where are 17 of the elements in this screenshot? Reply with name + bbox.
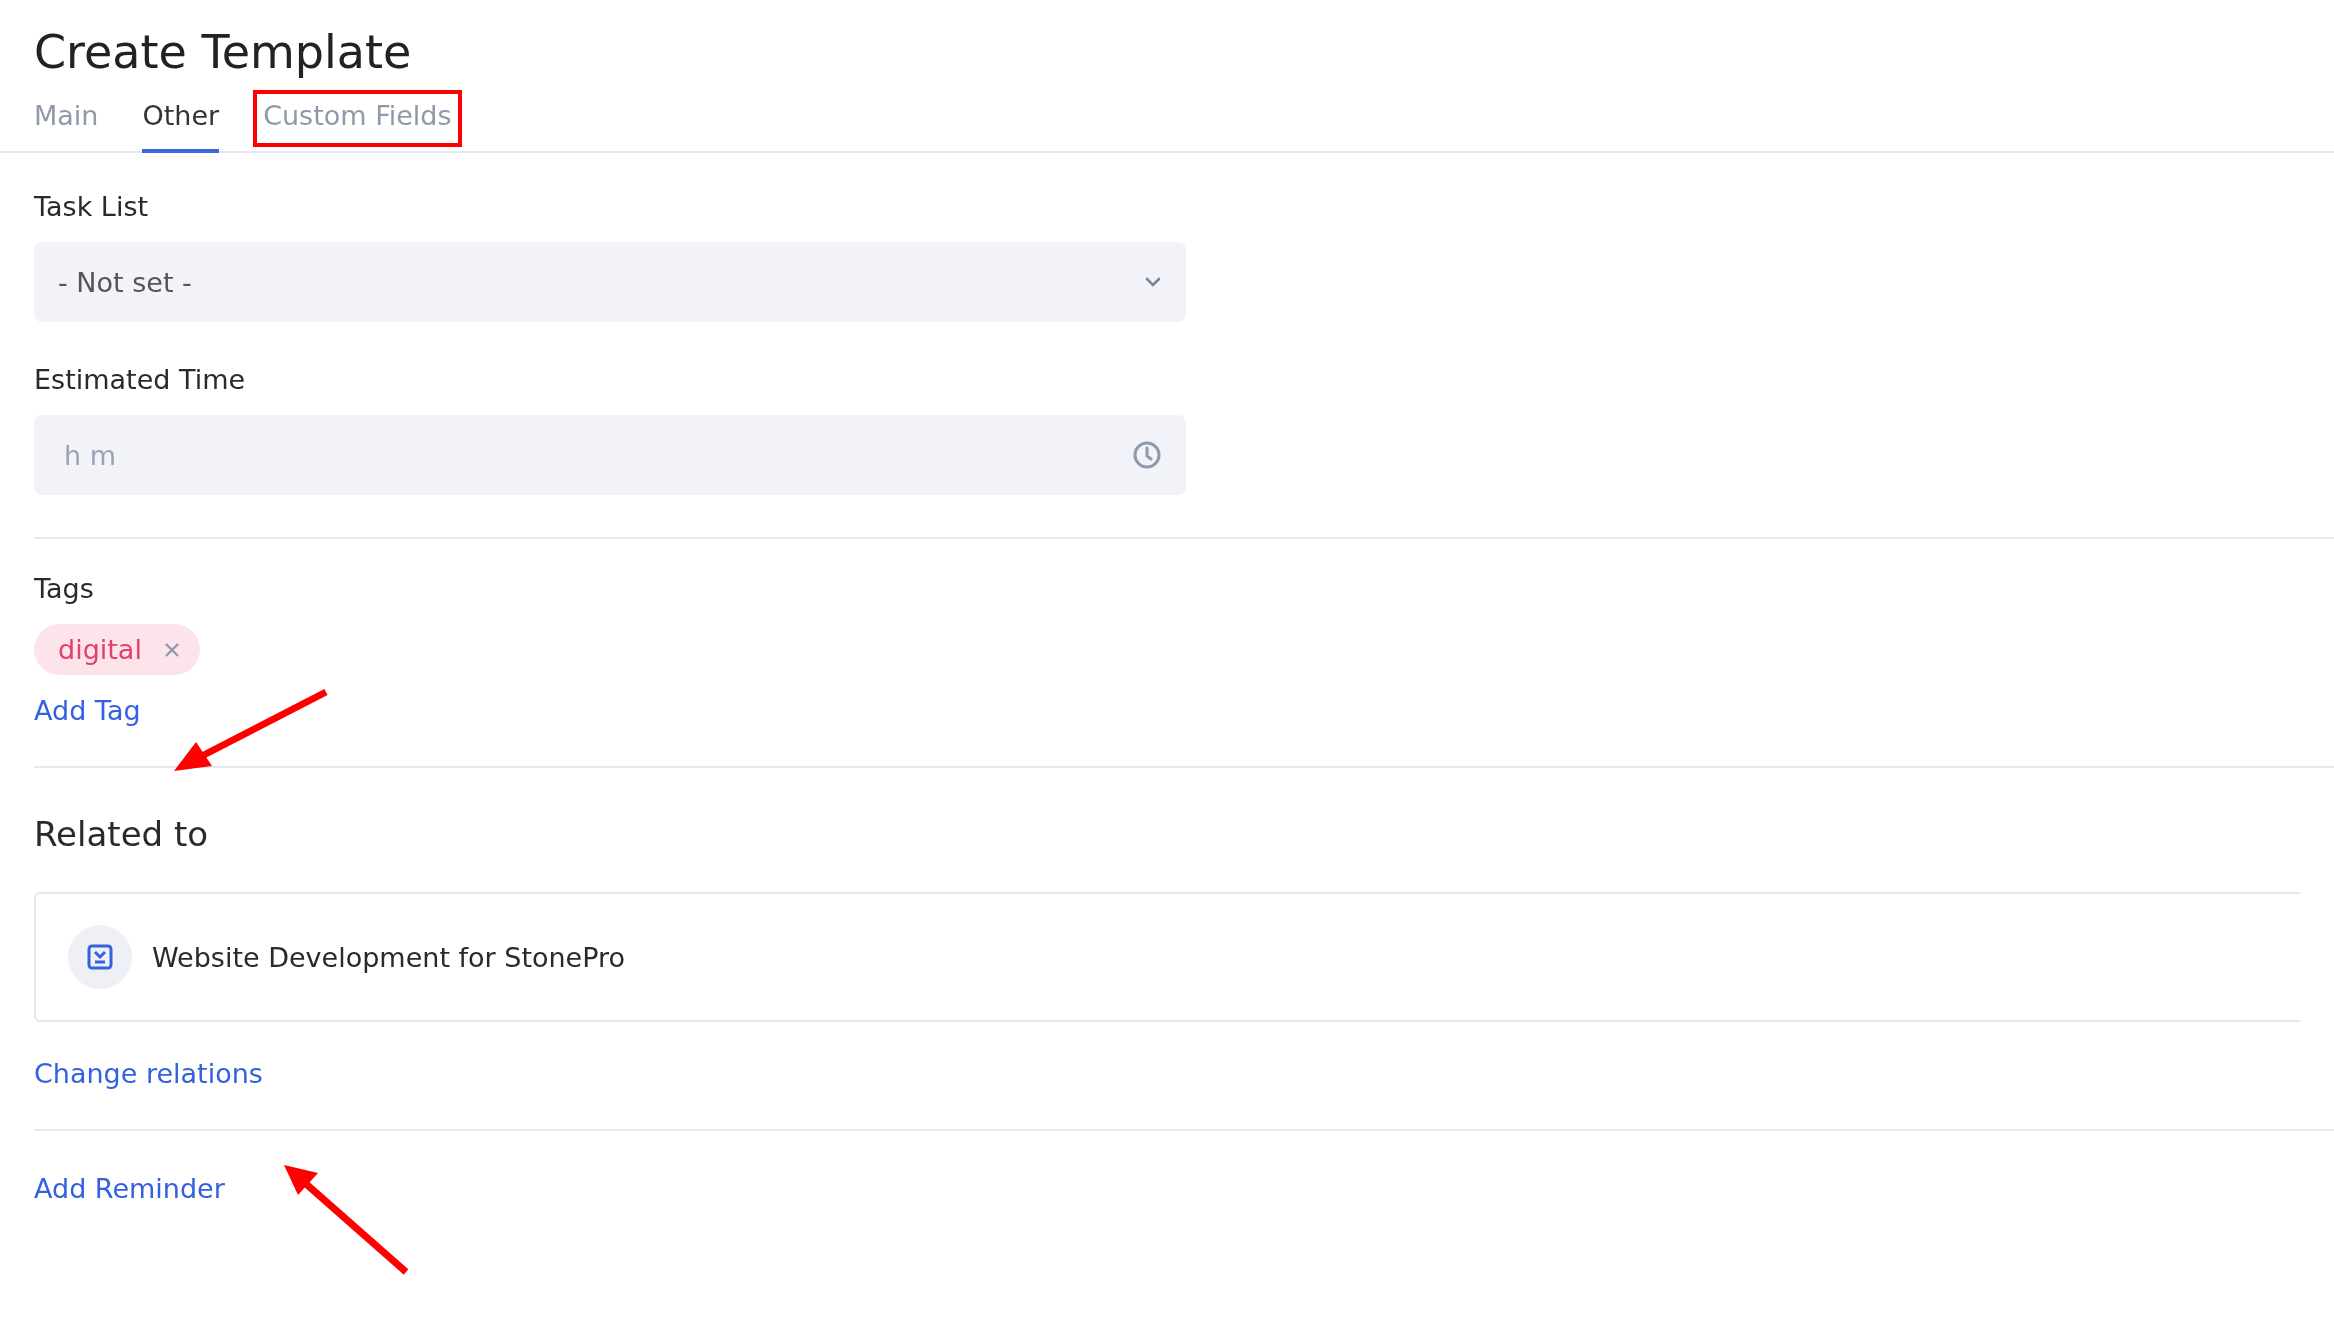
tab[interactable]: Custom Fields [263,92,452,153]
select-field[interactable]: - Not set - [34,242,1186,322]
field-label: Tags [34,573,95,604]
chevron-down-icon [1144,276,1162,288]
tag-chip: digital [34,624,200,675]
add-tag-link[interactable]: Add Tag [34,695,141,726]
change-relations-link[interactable]: Change relations [34,1058,263,1089]
close-icon[interactable] [163,641,180,658]
page-title: Create Template [33,24,413,81]
tab[interactable]: Main [34,92,99,153]
field-label: Task List [34,191,150,222]
field-label: Estimated Time [34,364,247,395]
tab[interactable]: Other [142,92,220,153]
section-heading: Related to [34,814,210,854]
clock-icon [1132,440,1162,470]
related-card[interactable]: Website Development for StonePro [34,892,2300,1022]
add-reminder-link[interactable]: Add Reminder [34,1173,225,1204]
